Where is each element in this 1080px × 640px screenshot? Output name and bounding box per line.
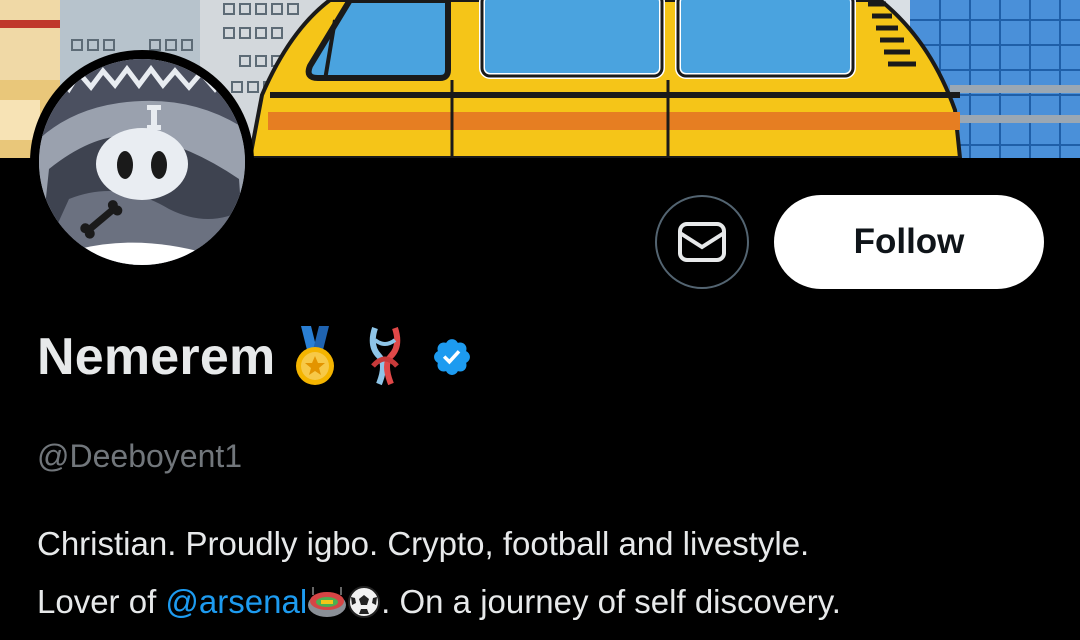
verified-badge-icon[interactable] [431, 336, 473, 378]
bio-mention-link[interactable]: @arsenal [165, 583, 307, 620]
profile-handle: @Deeboyent1 [37, 438, 243, 474]
profile-name-row: Nemerem [37, 322, 473, 392]
bio-line-2: Lover of @arsenal . On a journey of self… [37, 573, 1057, 637]
bio-text: . On a journey of self discovery. [381, 583, 841, 620]
message-button[interactable] [655, 195, 749, 289]
medal-emoji [293, 326, 337, 388]
bio-line-1: Christian. Proudly igbo. Crypto, footbal… [37, 525, 810, 562]
profile-avatar[interactable] [30, 50, 254, 274]
soccer-ball-emoji [347, 579, 381, 637]
stadium-emoji [307, 579, 347, 637]
profile-bio: Christian. Proudly igbo. Crypto, footbal… [37, 515, 1057, 637]
display-name: Nemerem [37, 328, 276, 386]
envelope-icon [678, 222, 726, 262]
bio-text: Lover of [37, 583, 166, 620]
ribbon-emoji [365, 326, 405, 388]
avatar-image [39, 59, 245, 265]
follow-button[interactable]: Follow [774, 195, 1044, 289]
